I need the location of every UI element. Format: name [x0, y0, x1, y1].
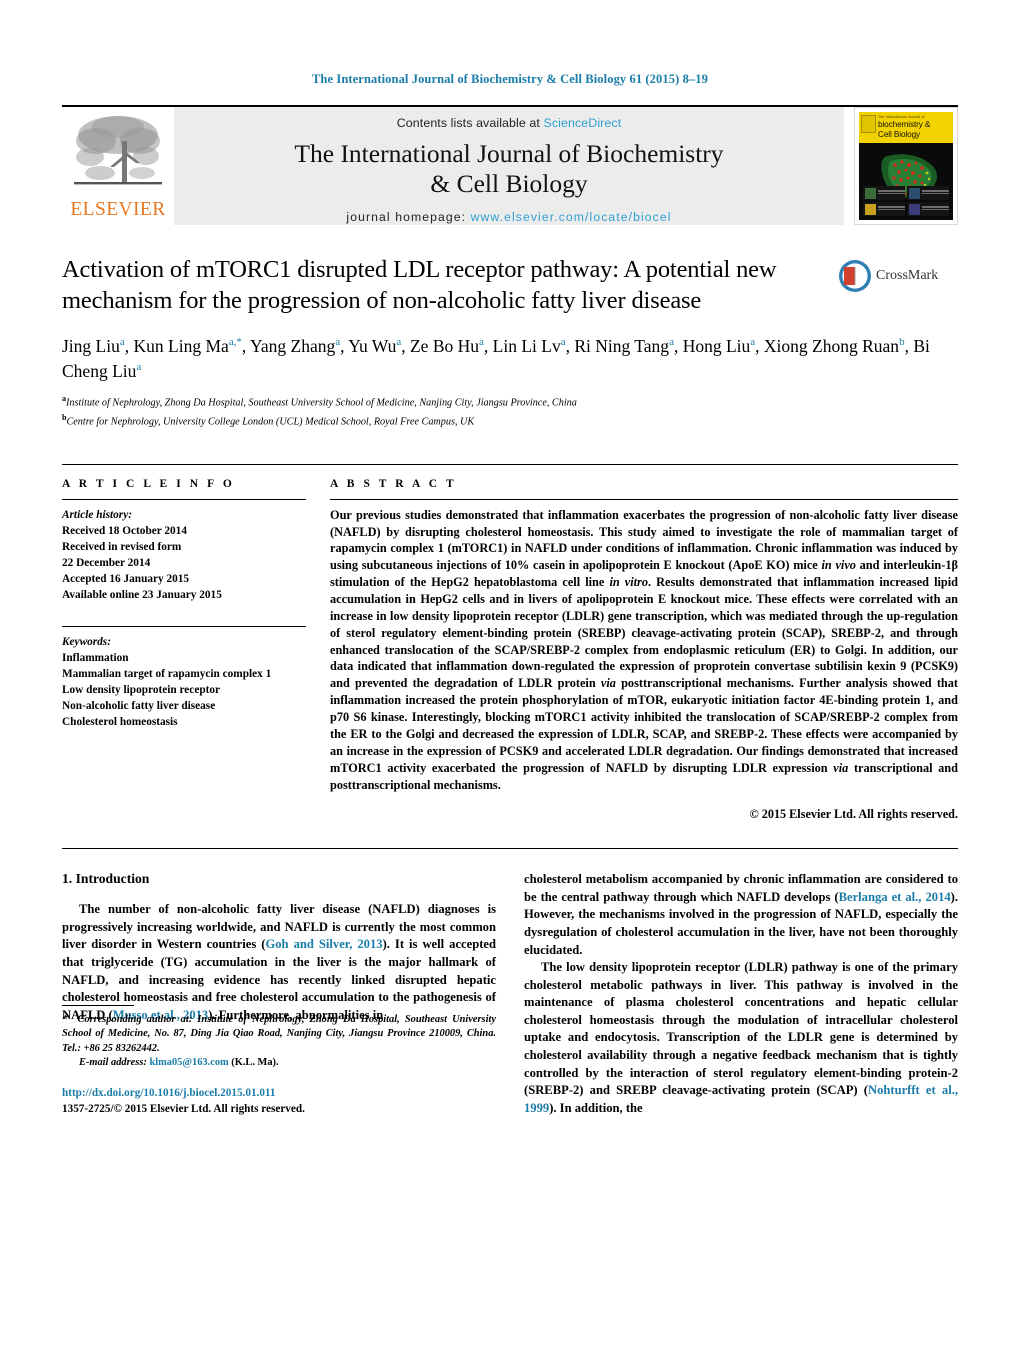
doi-block: http://dx.doi.org/10.1016/j.biocel.2015.…	[62, 1086, 496, 1117]
issn-copyright-line: 1357-2725/© 2015 Elsevier Ltd. All right…	[62, 1102, 305, 1115]
affiliation-b: bCentre for Nephrology, University Colle…	[62, 412, 958, 430]
journal-title: The International Journal of Biochemistr…	[294, 139, 723, 198]
keyword-item: Mammalian target of rapamycin complex 1	[62, 667, 272, 680]
cover-grid-swatch	[909, 203, 920, 215]
article-info-rule	[62, 498, 306, 500]
keyword-item: Non-alcoholic fatty liver disease	[62, 700, 216, 713]
affiliation-a: aInstitute of Nephrology, Zhong Da Hospi…	[62, 393, 958, 411]
cover-thumbnail-grid	[863, 186, 949, 216]
cover-image-area	[859, 143, 953, 220]
article-info-heading: A R T I C L E I N F O	[62, 477, 235, 490]
email-label: E-mail address:	[79, 1057, 147, 1069]
crossmark-badge-inner: CrossMark	[838, 259, 938, 293]
email-note: E-mail address: klma05@163.com (K.L. Ma)…	[62, 1056, 496, 1071]
article-info-column: A R T I C L E I N F O Article history: R…	[62, 478, 330, 823]
article-history-label: Article history:	[62, 508, 132, 521]
body-paragraph: The low density lipoprotein receptor (LD…	[524, 960, 958, 1115]
info-abstract-region: A R T I C L E I N F O Article history: R…	[62, 463, 958, 823]
body-region: 1. Introduction The number of non-alcoho…	[62, 848, 958, 1117]
cover-grid-swatch	[865, 187, 876, 199]
running-head: The International Journal of Biochemistr…	[312, 72, 708, 86]
cover-grid-swatch	[909, 187, 920, 199]
affiliations: aInstitute of Nephrology, Zhong Da Hospi…	[62, 393, 958, 429]
cover-kicker: The International Journal of	[878, 115, 925, 119]
journal-homepage-line: journal homepage: www.elsevier.com/locat…	[346, 210, 671, 224]
history-item: Accepted 16 January 2015	[62, 573, 190, 586]
cover-grid-cell	[863, 202, 905, 216]
crossmark-badge[interactable]: CrossMark	[838, 255, 958, 317]
cover-title-line-2: Cell Biology	[878, 130, 921, 139]
doi-link[interactable]: http://dx.doi.org/10.1016/j.biocel.2015.…	[62, 1086, 496, 1102]
elsevier-logo: ELSEVIER	[62, 107, 174, 225]
history-item: Available online 23 January 2015	[62, 589, 222, 602]
abstract-text: Our previous studies demonstrated that i…	[330, 507, 958, 792]
abstract-heading: A B S T R A C T	[330, 477, 457, 490]
title-column: Activation of mTORC1 disrupted LDL recep…	[62, 255, 838, 317]
keywords-label: Keywords:	[62, 635, 111, 648]
abstract-rule	[330, 498, 958, 500]
homepage-url-link[interactable]: www.elsevier.com/locate/biocel	[471, 210, 672, 224]
keyword-item: Low density lipoprotein receptor	[62, 684, 221, 697]
body-column-right: cholesterol metabolism accompanied by ch…	[524, 871, 958, 1117]
contents-available-line: Contents lists available at ScienceDirec…	[397, 116, 622, 130]
journal-cover-thumbnail: The International Journal of biochemistr…	[854, 107, 958, 225]
elsevier-wordmark: ELSEVIER	[70, 199, 166, 220]
crossmark-icon	[839, 260, 871, 292]
paper-page: The International Journal of Biochemistr…	[0, 0, 1020, 1351]
footnote-block: * Corresponding author at: Institute of …	[62, 1004, 496, 1118]
abstract-column: A B S T R A C T Our previous studies dem…	[330, 478, 958, 823]
sciencedirect-link[interactable]: ScienceDirect	[544, 116, 622, 130]
article-history-block: Article history: Received 18 October 201…	[62, 507, 306, 604]
cover-grid-swatch	[865, 203, 876, 215]
history-item: Received in revised form	[62, 541, 182, 554]
journal-title-line-2: & Cell Biology	[430, 168, 588, 198]
keywords-block: Keywords: Inflammation Mammalian target …	[62, 634, 306, 731]
email-link[interactable]: klma05@163.com	[149, 1057, 228, 1068]
cover-title-line-1: biochemistry &	[878, 120, 931, 129]
journal-masthead: ELSEVIER Contents lists available at Sci…	[62, 105, 958, 225]
title-area: Activation of mTORC1 disrupted LDL recep…	[62, 255, 958, 317]
cover-publisher-icon	[861, 115, 876, 133]
section-heading-introduction: 1. Introduction	[62, 871, 150, 887]
affiliation-text: Centre for Nephrology, University Colleg…	[66, 415, 475, 427]
footnote-rule	[62, 1004, 134, 1006]
cover-grid-lines	[922, 190, 949, 196]
journal-band: Contents lists available at ScienceDirec…	[174, 107, 844, 225]
corresponding-author-note: * Corresponding author at: Institute of …	[62, 1013, 496, 1054]
cover-grid-lines	[878, 206, 905, 212]
keyword-item: Cholesterol homeostasis	[62, 716, 178, 729]
affiliation-text: Institute of Nephrology, Zhong Da Hospit…	[66, 397, 577, 409]
history-item: Received 18 October 2014	[62, 524, 187, 537]
cover-grid-cell	[863, 186, 905, 200]
history-item: 22 December 2014	[62, 557, 151, 570]
contents-prefix: Contents lists available at	[396, 116, 544, 130]
body-paragraph: cholesterol metabolism accompanied by ch…	[524, 872, 959, 957]
body-column-left: 1. Introduction The number of non-alcoho…	[62, 871, 496, 1117]
cover-grid-cell	[907, 186, 949, 200]
homepage-label: journal homepage:	[346, 210, 471, 225]
email-suffix: (K.L. Ma).	[231, 1057, 279, 1069]
abstract-copyright: © 2015 Elsevier Ltd. All rights reserved…	[749, 807, 958, 822]
keyword-item: Inflammation	[62, 651, 129, 664]
author-list: Jing Liua, Kun Ling Maa,*, Yang Zhanga, …	[62, 335, 930, 381]
journal-title-line-1: The International Journal of Biochemistr…	[294, 139, 724, 168]
cover-grid-lines	[922, 206, 949, 212]
cover-grid-cell	[907, 202, 949, 216]
crossmark-label: CrossMark	[876, 268, 939, 283]
cover-grid-lines	[878, 190, 905, 196]
page-title: Activation of mTORC1 disrupted LDL recep…	[62, 256, 777, 314]
keywords-rule	[62, 625, 306, 627]
elsevier-tree-icon	[74, 116, 162, 185]
cover-header-band: The International Journal of biochemistr…	[859, 112, 953, 143]
cover-inner: The International Journal of biochemistr…	[854, 107, 958, 225]
